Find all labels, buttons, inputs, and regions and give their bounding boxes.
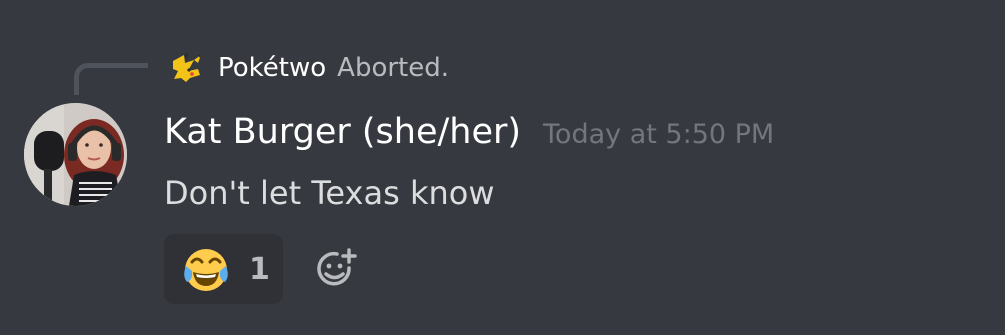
timestamp[interactable]: Today at 5:50 PM bbox=[543, 119, 774, 150]
message-header: Kat Burger (she/her) Today at 5:50 PM bbox=[164, 112, 774, 164]
reaction-tears-of-joy[interactable]: 1 bbox=[164, 234, 283, 304]
face-with-tears-of-joy-icon bbox=[181, 244, 231, 294]
reply-preview[interactable]: Aborted. bbox=[337, 53, 449, 83]
chat-message: Pokétwo Aborted. Kat Burger (she/her) To… bbox=[0, 0, 1005, 335]
reactions-bar: 1 bbox=[164, 234, 359, 304]
username[interactable]: Kat Burger (she/her) bbox=[164, 112, 521, 152]
reply-spine bbox=[74, 63, 148, 95]
add-reaction-icon[interactable] bbox=[313, 246, 359, 292]
reply-reference[interactable]: Pokétwo Aborted. bbox=[170, 48, 449, 88]
reply-author[interactable]: Pokétwo bbox=[218, 53, 326, 83]
avatar[interactable] bbox=[24, 103, 127, 206]
message-content: Don't let Texas know bbox=[164, 174, 495, 212]
pikachu-icon[interactable] bbox=[170, 51, 204, 85]
reaction-count: 1 bbox=[249, 251, 270, 287]
